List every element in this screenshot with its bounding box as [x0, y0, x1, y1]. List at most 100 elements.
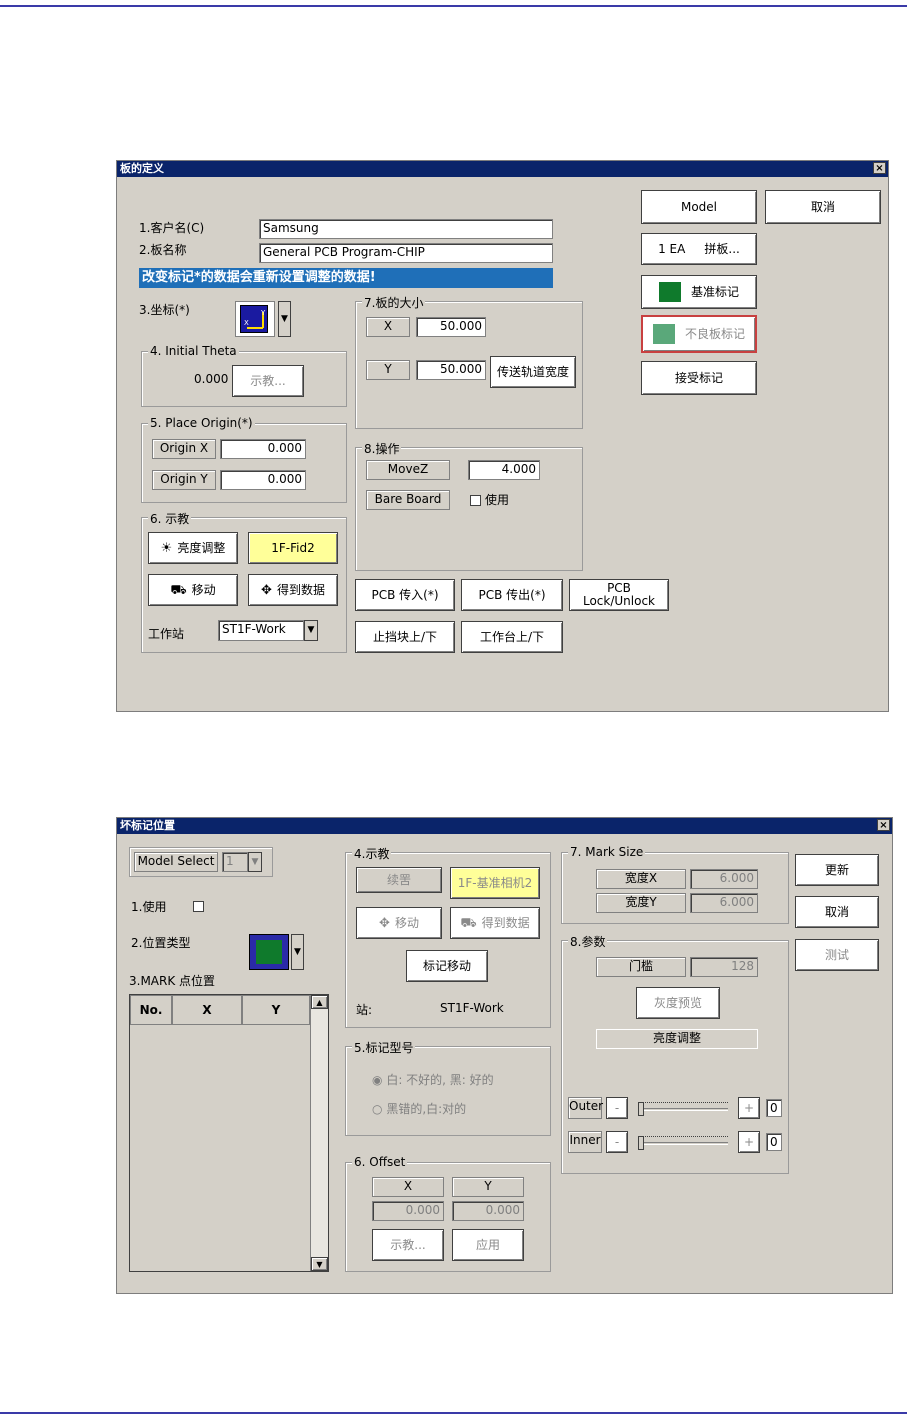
size-x-input[interactable]: 50.000 [416, 317, 486, 337]
position-type-dropdown[interactable]: ▼ [291, 934, 304, 970]
cancel-button[interactable]: 取消 [765, 190, 881, 224]
origin-y-input[interactable]: 0.000 [220, 470, 306, 490]
size-y-input[interactable]: 50.000 [416, 360, 486, 380]
mark-move-button[interactable]: 标记移动 [406, 950, 488, 982]
dialog-title: 坏标记位置 [120, 819, 175, 832]
outer-value: 0 [766, 1099, 782, 1117]
group-title: 4.示教 [352, 845, 392, 862]
model-select-input[interactable]: 1 [222, 852, 248, 872]
get-data-button[interactable]: ✥ 得到数据 [248, 574, 338, 606]
move-button[interactable]: ✥ 移动 [356, 907, 442, 939]
position-type-selector[interactable] [249, 934, 289, 970]
test-button[interactable]: 测试 [795, 939, 879, 971]
conveyor-width-button[interactable]: 传送轨道宽度 [490, 356, 576, 388]
group-title: 7.板的大小 [362, 294, 426, 311]
outer-plus-button[interactable]: + [738, 1097, 760, 1119]
update-button[interactable]: 更新 [795, 854, 879, 886]
movez-input[interactable]: 4.000 [468, 460, 540, 480]
scrollbar[interactable]: ▲ ▼ [310, 995, 328, 1271]
width-y-label: 宽度Y [596, 893, 686, 913]
group-title: 4. Initial Theta [148, 344, 239, 358]
use-checkbox[interactable] [193, 901, 204, 912]
customer-input[interactable]: Samsung [259, 219, 553, 239]
mark-position-table[interactable]: No. X Y ▲ ▼ [129, 994, 329, 1272]
origin-y-label: Origin Y [152, 470, 216, 490]
theta-value: 0.000 [194, 372, 229, 386]
mark-type-option-2: 黑错的,白:对的 [386, 1102, 467, 1116]
station-dropdown-button[interactable]: ▼ [304, 620, 318, 641]
scroll-down-icon[interactable]: ▼ [311, 1257, 328, 1271]
table-updown-button[interactable]: 工作台上/下 [461, 621, 563, 653]
fid-button[interactable]: 1F-Fid2 [248, 532, 338, 564]
close-button[interactable]: × [873, 162, 886, 174]
bad-mark-button[interactable]: 不良板标记 [641, 315, 757, 353]
offset-y-label: Y [452, 1177, 524, 1197]
station-label: 工作站 [148, 627, 185, 641]
pcb-lock-button[interactable]: PCB Lock/Unlock [569, 579, 669, 611]
width-x-input[interactable]: 6.000 [690, 869, 758, 889]
theta-teach-button[interactable]: 示教... [232, 365, 304, 397]
chevron-down-icon: ▼ [294, 947, 301, 957]
model-select-label: Model Select [134, 852, 218, 872]
threshold-input[interactable]: 128 [690, 957, 758, 977]
bottom-rule [0, 1412, 907, 1414]
move-icon: ⛟ [460, 915, 477, 931]
accept-mark-button[interactable]: 接受标记 [641, 361, 757, 395]
slider-thumb[interactable] [638, 1136, 644, 1150]
mark-type-radio-1[interactable]: ◉ 白: 不好的, 黑: 好的 [372, 1071, 494, 1088]
chevron-down-icon: ▼ [251, 857, 259, 867]
coord-selector[interactable]: YX [235, 301, 275, 337]
stopper-button[interactable]: 止挡块上/下 [355, 621, 455, 653]
brightness-button[interactable]: ☀ 亮度调整 [148, 532, 238, 564]
mark-type-group: 5.标记型号 ◉ 白: 不好的, 黑: 好的 ○ 黑错的,白:对的 [345, 1039, 551, 1136]
model-dropdown-button[interactable]: ▼ [248, 852, 262, 872]
continue-button[interactable]: 续罟 [356, 867, 442, 893]
move-button[interactable]: ⛟ 移动 [148, 574, 238, 606]
offset-x-input[interactable]: 0.000 [372, 1201, 444, 1221]
pcb-in-button[interactable]: PCB 传入(*) [355, 579, 455, 611]
group-title: 8.操作 [362, 440, 402, 457]
offset-y-input[interactable]: 0.000 [452, 1201, 524, 1221]
array-button[interactable]: 1 EA 拼板... [641, 233, 757, 265]
mark-type-radio-2[interactable]: ○ 黑错的,白:对的 [372, 1100, 466, 1117]
bad-mark-label: 不良板标记 [684, 326, 745, 341]
brightness-label: 亮度调整 [177, 540, 226, 555]
inner-value: 0 [766, 1133, 782, 1151]
move-icon: ⛟ [170, 582, 187, 598]
station-select[interactable]: ST1F-Work [218, 620, 304, 641]
cancel-button[interactable]: 取消 [795, 896, 879, 928]
scroll-up-icon[interactable]: ▲ [311, 995, 328, 1009]
slider-ticks [640, 1133, 728, 1137]
outer-minus-button[interactable]: - [606, 1097, 628, 1119]
table-header-x: X [172, 995, 242, 1025]
slider-thumb[interactable] [638, 1102, 644, 1116]
inner-minus-button[interactable]: - [606, 1131, 628, 1153]
gray-preview-button[interactable]: 灰度预览 [636, 987, 720, 1019]
brightness-label: 亮度调整 [596, 1029, 758, 1049]
width-y-input[interactable]: 6.000 [690, 893, 758, 913]
origin-x-input[interactable]: 0.000 [220, 439, 306, 459]
offset-apply-button[interactable]: 应用 [452, 1229, 524, 1261]
camera-button[interactable]: 1F-基准相机2 [450, 867, 540, 899]
bare-board-checkbox[interactable] [470, 495, 481, 506]
radio-selected-icon: ◉ [372, 1073, 383, 1087]
use-label: 1.使用 [131, 900, 167, 914]
move-label: 移动 [191, 582, 216, 597]
board-name-label: 2.板名称 [139, 243, 187, 257]
pcb-out-button[interactable]: PCB 传出(*) [461, 579, 563, 611]
close-button[interactable]: × [877, 819, 890, 831]
inner-plus-button[interactable]: + [738, 1131, 760, 1153]
get-data-button[interactable]: ⛟ 得到数据 [450, 907, 540, 939]
bare-board-label: Bare Board [366, 490, 450, 510]
outer-slider[interactable] [636, 1099, 730, 1119]
fiducial-mark-button[interactable]: 基准标记 [641, 275, 757, 309]
board-size-group: 7.板的大小 X 50.000 Y 50.000 传送轨道宽度 [355, 294, 583, 429]
svg-text:Y: Y [260, 309, 266, 317]
offset-teach-button[interactable]: 示教... [372, 1229, 444, 1261]
model-button[interactable]: Model [641, 190, 757, 224]
inner-slider[interactable] [636, 1133, 730, 1153]
board-name-input[interactable]: General PCB Program-CHIP [259, 243, 553, 263]
svg-text:X: X [244, 319, 249, 327]
mark-size-group: 7. Mark Size 宽度X 6.000 宽度Y 6.000 [561, 845, 789, 924]
coord-dropdown-button[interactable]: ▼ [278, 301, 291, 337]
